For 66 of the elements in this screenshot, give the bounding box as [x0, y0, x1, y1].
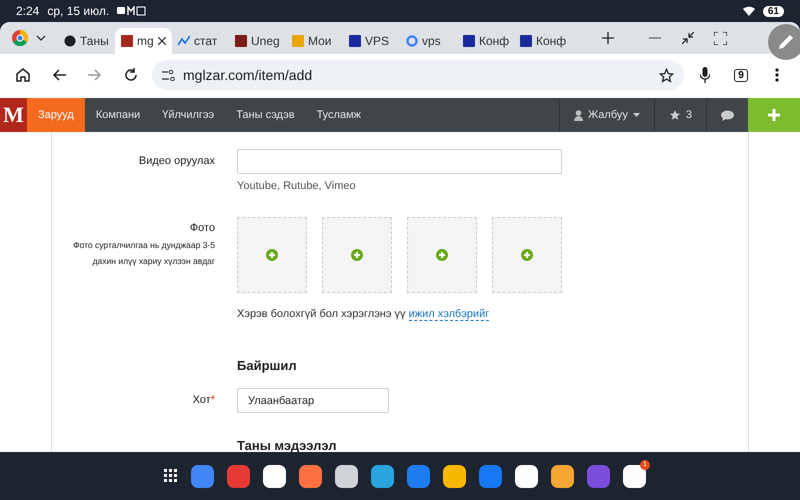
field-label: Видео оруулах — [138, 154, 215, 169]
chat-icon[interactable] — [721, 110, 734, 120]
caret-icon — [632, 113, 640, 117]
reload-icon[interactable] — [124, 68, 138, 82]
field-label: Хот* — [192, 393, 215, 408]
user-menu[interactable]: Жалбуу — [559, 98, 654, 132]
site-logo[interactable]: M — [0, 98, 27, 132]
app-icon[interactable] — [299, 464, 322, 488]
add-icon — [266, 249, 278, 261]
nav-item[interactable]: Таны сэдэв — [225, 98, 306, 132]
video-url-field[interactable] — [237, 149, 562, 174]
field-hint: Youtube, Rutube, Vimeo — [237, 180, 357, 192]
microphone-icon[interactable] — [700, 67, 710, 83]
browser-tab[interactable]: Таны — [58, 28, 115, 54]
browser-tab[interactable]: Конф — [514, 28, 571, 54]
browser-tab[interactable]: Uneg — [229, 28, 286, 54]
browser-tab[interactable]: vps — [400, 28, 457, 54]
menu-icon[interactable] — [775, 68, 779, 82]
address-bar[interactable]: mglzar.com/item/add — [152, 60, 684, 90]
browser-tab[interactable]: Мои — [286, 28, 343, 54]
browser-tab[interactable]: VPS — [343, 28, 400, 54]
fullscreen-icon[interactable] — [714, 32, 727, 44]
fallback-text: Хэрэв болохгүй бол хэрэглэнэ үү ижил хэлбэрийг — [237, 308, 490, 320]
city-field[interactable]: Улаанбаатар — [237, 388, 389, 413]
add-icon — [351, 249, 363, 261]
app-icon[interactable] — [263, 464, 286, 488]
star-icon[interactable] — [659, 68, 674, 82]
home-icon[interactable] — [16, 68, 30, 82]
section-heading: Байршил — [237, 358, 298, 373]
app-icon[interactable] — [623, 464, 646, 488]
add-icon — [521, 249, 533, 261]
browser-tab[interactable]: mg — [115, 28, 172, 54]
nav-item[interactable]: Тусламж — [306, 98, 372, 132]
favorites-button[interactable]: 3 — [654, 98, 706, 132]
plus-icon — [768, 109, 780, 121]
clock: 2:24 — [16, 4, 40, 18]
browser-tab[interactable]: Конф — [457, 28, 514, 54]
add-icon — [436, 249, 448, 261]
alternative-form-link[interactable]: ижил хэлбэрийг — [408, 308, 490, 321]
app-grid-icon[interactable] — [164, 469, 178, 483]
tab-count[interactable]: 9 — [734, 68, 748, 82]
pen-icon[interactable] — [777, 33, 795, 51]
nav-item[interactable]: Компани — [84, 98, 152, 132]
close-icon[interactable] — [158, 37, 166, 45]
forward-icon[interactable] — [88, 69, 102, 81]
app-icon[interactable] — [551, 464, 574, 488]
site-settings-icon[interactable] — [162, 70, 175, 80]
app-icon[interactable] — [443, 464, 466, 488]
app-icon[interactable] — [515, 464, 538, 488]
notification-icons — [117, 6, 148, 16]
browser-tab[interactable]: стат — [172, 28, 229, 54]
field-label: Фото — [188, 222, 215, 234]
app-icon[interactable] — [335, 464, 358, 488]
battery-indicator: 61 — [762, 6, 784, 16]
back-icon[interactable] — [52, 69, 66, 81]
user-icon — [574, 110, 583, 120]
browser-logo-icon[interactable] — [12, 30, 28, 46]
photo-note: Фото сурталчилгаа нь дунджаар 3-5 дахин илүү хариу хүлээн авдаг — [72, 239, 215, 268]
caret-icon[interactable] — [36, 35, 46, 41]
wifi-icon — [742, 6, 755, 16]
restore-icon[interactable] — [682, 32, 694, 44]
minimize-icon[interactable] — [648, 37, 660, 39]
date: ср, 15 июл. — [47, 4, 110, 18]
star-icon — [668, 109, 681, 121]
new-tab-icon[interactable] — [602, 32, 614, 44]
nav-item[interactable]: Үйлчилгээ — [151, 98, 226, 132]
